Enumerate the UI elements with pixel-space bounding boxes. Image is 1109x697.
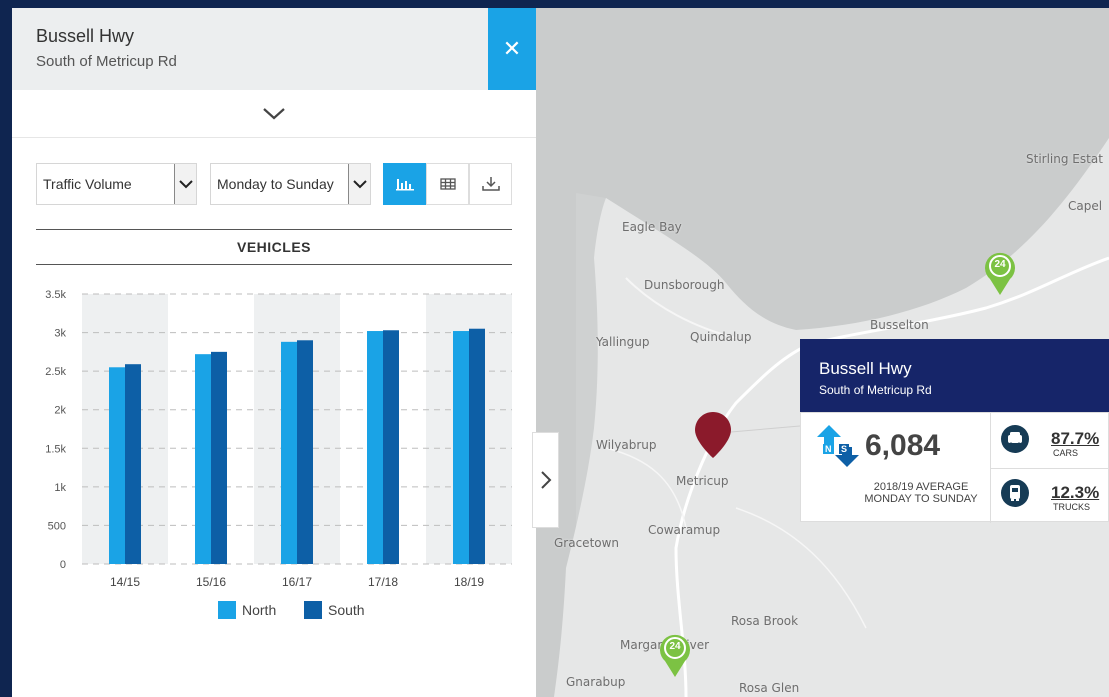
map-label-dunsborough: Dunsborough [644,278,725,292]
x-tick-label: 15/16 [196,575,226,589]
map-label-capel: Capel [1068,199,1103,213]
map-label-rosa-glen: Rosa Glen [739,681,800,695]
table-view-button[interactable] [426,163,469,205]
legend-north-swatch [218,601,236,619]
panel-header: Bussell Hwy South of Metricup Rd ✕ [12,8,536,90]
chart-title: VEHICLES [36,229,512,265]
trucks-label: TRUCKS [1053,502,1091,512]
cars-label: CARS [1053,448,1079,458]
collapse-toggle[interactable] [12,90,536,138]
bar-north [367,331,383,564]
chevron-down-icon [263,107,285,119]
y-tick-label: 500 [48,520,66,532]
bar-north [109,367,125,564]
x-tick-label: 14/15 [110,575,140,589]
popup-title: Bussell Hwy [819,359,912,378]
map-label-metricup: Metricup [676,474,729,488]
bar-chart-icon [395,179,414,191]
bar-north [195,354,211,564]
chevron-down-icon [174,164,196,204]
y-tick-label: 2.5k [45,366,66,378]
map-label-eagle-bay: Eagle Bay [622,220,682,234]
badge-label: 24 [669,641,681,652]
y-tick-label: 1.5k [45,443,66,455]
bar-south [469,328,485,564]
car-icon [1001,425,1029,453]
count-caption-line2: MONDAY TO SUNDAY [864,493,978,505]
counter-badge-icon[interactable]: 24 [985,251,1015,295]
count-caption-line1: 2018/19 AVERAGE [873,481,969,493]
legend-south-label: South [328,602,365,618]
bar-south [211,351,227,564]
bar-north [281,341,297,564]
popup-divider [991,468,1109,469]
popup-header: Bussell Hwy South of Metricup Rd [800,339,1109,412]
popup-body: N S 6,084 2018/19 AVERAGE MONDAY TO SUND… [800,412,1109,523]
map-label-cowaramup: Cowaramup [648,523,721,537]
site-info-popup[interactable]: Bussell Hwy South of Metricup Rd N S 6,0… [800,339,1109,523]
chevron-down-icon [348,164,370,204]
chart-view-button[interactable] [383,163,426,205]
metric-select-value: Traffic Volume [43,176,132,192]
x-tick-label: 18/19 [454,575,484,589]
direction-n-label: N [823,444,834,454]
download-icon [481,177,500,191]
cars-percentage: 87.7% [1051,429,1100,448]
detail-panel: Bussell Hwy South of Metricup Rd ✕ Traff… [12,8,536,697]
counter-badge-icon[interactable]: 24 [660,633,690,677]
vehicles-bar-chart: 0 500 1k 1.5k 2k 2.5k 3k 3.5k 14/15 15/16 16/17 17/… [45,289,512,589]
map-label-wilyabrup: Wilyabrup [596,438,657,452]
period-select-value: Monday to Sunday [217,176,334,192]
y-tick-label: 3k [54,328,66,340]
y-tick-label: 1k [54,482,66,494]
map-label-yallingup: Yallingup [596,335,650,349]
map-label-gnarabup: Gnarabup [566,675,626,689]
count-caption: 2018/19 AVERAGE MONDAY TO SUNDAY [861,481,981,505]
map-label-rosa-brook: Rosa Brook [731,614,799,628]
x-tick-label: 17/18 [368,575,398,589]
download-button[interactable] [469,163,512,205]
direction-s-label: S [839,444,850,454]
metric-select[interactable]: Traffic Volume [36,163,197,205]
bar-south [125,364,141,564]
chevron-right-icon [540,471,551,489]
bar-south [297,340,313,564]
map-label-busselton: Busselton [870,318,929,332]
legend-south-swatch [304,601,322,619]
map-label-gracetown: Gracetown [554,536,620,550]
legend-north: North [218,601,276,619]
panel-title: Bussell Hwy [36,26,135,46]
close-icon: ✕ [502,36,522,61]
legend-south: South [304,601,365,619]
bar-south [383,330,399,564]
bar-north [453,331,469,564]
average-count: 6,084 [865,429,941,462]
y-tick-label: 2k [54,405,66,417]
y-tick-label: 3.5k [45,289,66,301]
close-button[interactable]: ✕ [488,8,536,90]
map-label-quindalup: Quindalup [690,330,752,344]
popup-subtitle: South of Metricup Rd [819,383,932,397]
x-tick-label: 16/17 [282,575,312,589]
y-tick-label: 0 [60,559,66,571]
period-select[interactable]: Monday to Sunday [210,163,371,205]
badge-label: 24 [994,259,1006,270]
expand-panel-button[interactable] [532,432,559,528]
panel-subtitle: South of Metricup Rd [36,53,177,70]
legend-north-label: North [242,602,277,618]
trucks-percentage: 12.3% [1051,483,1100,502]
direction-arrows-icon: N S [817,425,859,467]
map-label-stirling: Stirling Estat [1026,152,1103,166]
truck-icon [1001,479,1029,507]
table-icon [439,178,456,190]
